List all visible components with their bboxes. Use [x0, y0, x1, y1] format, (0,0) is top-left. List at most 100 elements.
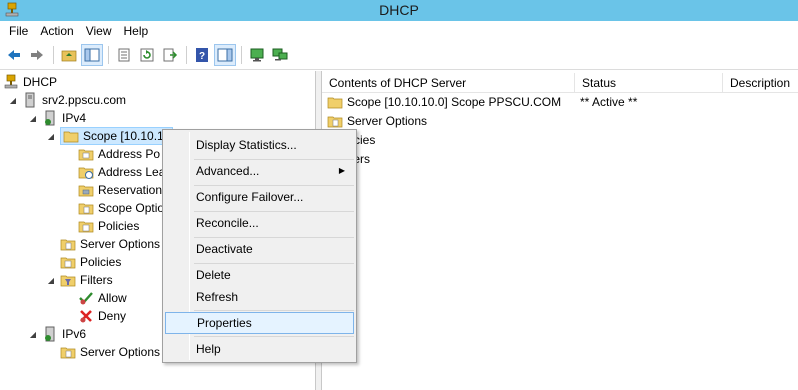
tree-node-scope[interactable]: ◢ Scope [10.10.10 — [45, 127, 174, 145]
menu-separator — [194, 336, 354, 337]
tree-label: Server Options — [80, 237, 161, 251]
expanded-arrow-icon[interactable]: ◢ — [27, 114, 39, 123]
allow-icon — [79, 292, 93, 305]
list-item-name: Scope [10.10.10.0] Scope PPSCU.COM — [347, 95, 562, 109]
tree-label: Reservation — [98, 183, 163, 197]
column-header-status[interactable]: Status — [575, 73, 723, 93]
ipv6-icon — [45, 326, 55, 342]
tree-node-reservations[interactable]: Reservation — [78, 181, 162, 199]
tree-label: IPv4 — [62, 111, 87, 125]
menu-item-deactivate[interactable]: Deactivate — [165, 238, 354, 260]
server-icon — [25, 92, 35, 108]
context-menu: Display Statistics... Advanced... ▶ Confi… — [162, 129, 357, 363]
toolbar: ? — [0, 41, 798, 70]
tree-node-address-leases[interactable]: Address Lea — [78, 163, 165, 181]
reservations-icon — [78, 185, 94, 197]
properties-button[interactable] — [113, 44, 135, 66]
back-icon — [8, 50, 20, 60]
expanded-arrow-icon[interactable]: ◢ — [45, 132, 57, 141]
svg-text:?: ? — [199, 51, 205, 62]
tree-label: Address Lea — [98, 165, 166, 179]
submenu-arrow-icon: ▶ — [338, 166, 345, 175]
up-folder-button[interactable] — [58, 44, 80, 66]
menu-item-refresh[interactable]: Refresh — [165, 286, 354, 308]
expanded-arrow-icon[interactable]: ◢ — [27, 330, 39, 339]
policies-icon — [60, 257, 76, 269]
menu-item-properties[interactable]: Properties — [165, 312, 354, 334]
tree-label: Policies — [98, 219, 140, 233]
tree-label: Filters — [80, 273, 113, 287]
forward-button[interactable] — [26, 44, 48, 66]
tree-node-address-pool[interactable]: Address Po — [78, 145, 160, 163]
list-item-server-options[interactable]: Server Options — [327, 112, 427, 130]
tree-label: Allow — [98, 291, 127, 305]
list-item-scope[interactable]: Scope [10.10.10.0] Scope PPSCU.COM — [327, 93, 561, 111]
tree-label: Policies — [80, 255, 122, 269]
refresh-button[interactable] — [136, 44, 158, 66]
monitor-network-button[interactable] — [269, 44, 291, 66]
menu-file[interactable]: File — [3, 21, 34, 41]
tree-node-ipv6-server-options[interactable]: Server Options — [60, 343, 160, 361]
menu-item-display-statistics[interactable]: Display Statistics... — [165, 134, 354, 156]
monitor-network-icon — [272, 48, 288, 61]
tree-node-policies[interactable]: Policies — [60, 253, 121, 271]
tree-label: Address Po — [98, 147, 161, 161]
export-list-icon — [163, 48, 178, 62]
filter-icon — [60, 275, 76, 287]
forward-icon — [31, 50, 43, 60]
show-action-pane-icon — [217, 48, 233, 62]
column-header-description[interactable]: Description — [723, 73, 798, 93]
tree-node-deny[interactable]: Deny — [78, 307, 126, 325]
server-options-icon — [60, 239, 76, 251]
up-folder-icon — [61, 50, 77, 62]
monitor-icon — [250, 48, 264, 62]
results-pane[interactable]: Contents of DHCP Server Status Descripti… — [322, 71, 798, 390]
back-button[interactable] — [3, 44, 25, 66]
tree-label: IPv6 — [62, 327, 87, 341]
show-action-pane-button[interactable] — [214, 44, 236, 66]
expanded-arrow-icon[interactable]: ◢ — [45, 276, 57, 285]
address-leases-icon — [78, 167, 94, 179]
menu-item-advanced[interactable]: Advanced... ▶ — [165, 160, 354, 182]
selected-item[interactable]: Scope [10.10.10 — [60, 127, 174, 145]
address-pool-icon — [78, 149, 94, 161]
tree-node-scope-policies[interactable]: Policies — [78, 217, 139, 235]
refresh-icon — [140, 48, 154, 62]
deny-icon — [80, 310, 92, 323]
menu-item-configure-failover[interactable]: Configure Failover... — [165, 186, 354, 208]
toolbar-separator — [241, 46, 242, 64]
policies-icon — [78, 221, 94, 233]
show-hide-tree-icon — [84, 48, 100, 62]
dhcp-server-icon — [5, 2, 19, 17]
menu-view[interactable]: View — [80, 21, 118, 41]
folder-icon — [327, 97, 343, 109]
menu-separator — [194, 310, 354, 311]
column-header-contents[interactable]: Contents of DHCP Server — [322, 73, 575, 93]
export-list-button[interactable] — [159, 44, 181, 66]
server-options-icon — [60, 347, 76, 359]
dhcp-root-icon — [4, 74, 18, 89]
tree-node-ipv6[interactable]: ◢ IPv6 — [27, 325, 86, 343]
tree-node-filters[interactable]: ◢ Filters — [45, 271, 113, 289]
monitor-button[interactable] — [246, 44, 268, 66]
show-hide-tree-button[interactable] — [81, 44, 103, 66]
tree-node-dhcp[interactable]: DHCP — [3, 73, 57, 91]
window-title: DHCP — [379, 2, 419, 18]
tree-label: srv2.ppscu.com — [42, 93, 127, 107]
tree-node-allow[interactable]: Allow — [78, 289, 127, 307]
help-button[interactable]: ? — [191, 44, 213, 66]
tree-node-ipv4[interactable]: ◢ IPv4 — [27, 109, 86, 127]
list-item-name: Server Options — [347, 114, 428, 128]
menu-item-reconcile[interactable]: Reconcile... — [165, 212, 354, 234]
tree-label: DHCP — [23, 75, 58, 89]
tree-label: Scope [10.10.10 — [83, 129, 171, 143]
tree-node-server[interactable]: ◢ srv2.ppscu.com — [7, 91, 126, 109]
tree-label: Server Options — [80, 345, 161, 359]
expanded-arrow-icon[interactable]: ◢ — [7, 96, 19, 105]
tree-node-server-options[interactable]: Server Options — [60, 235, 160, 253]
menu-item-delete[interactable]: Delete — [165, 264, 354, 286]
menu-action[interactable]: Action — [34, 21, 79, 41]
menu-item-help[interactable]: Help — [165, 338, 354, 360]
tree-node-scope-options[interactable]: Scope Optio — [78, 199, 164, 217]
menu-help[interactable]: Help — [118, 21, 155, 41]
